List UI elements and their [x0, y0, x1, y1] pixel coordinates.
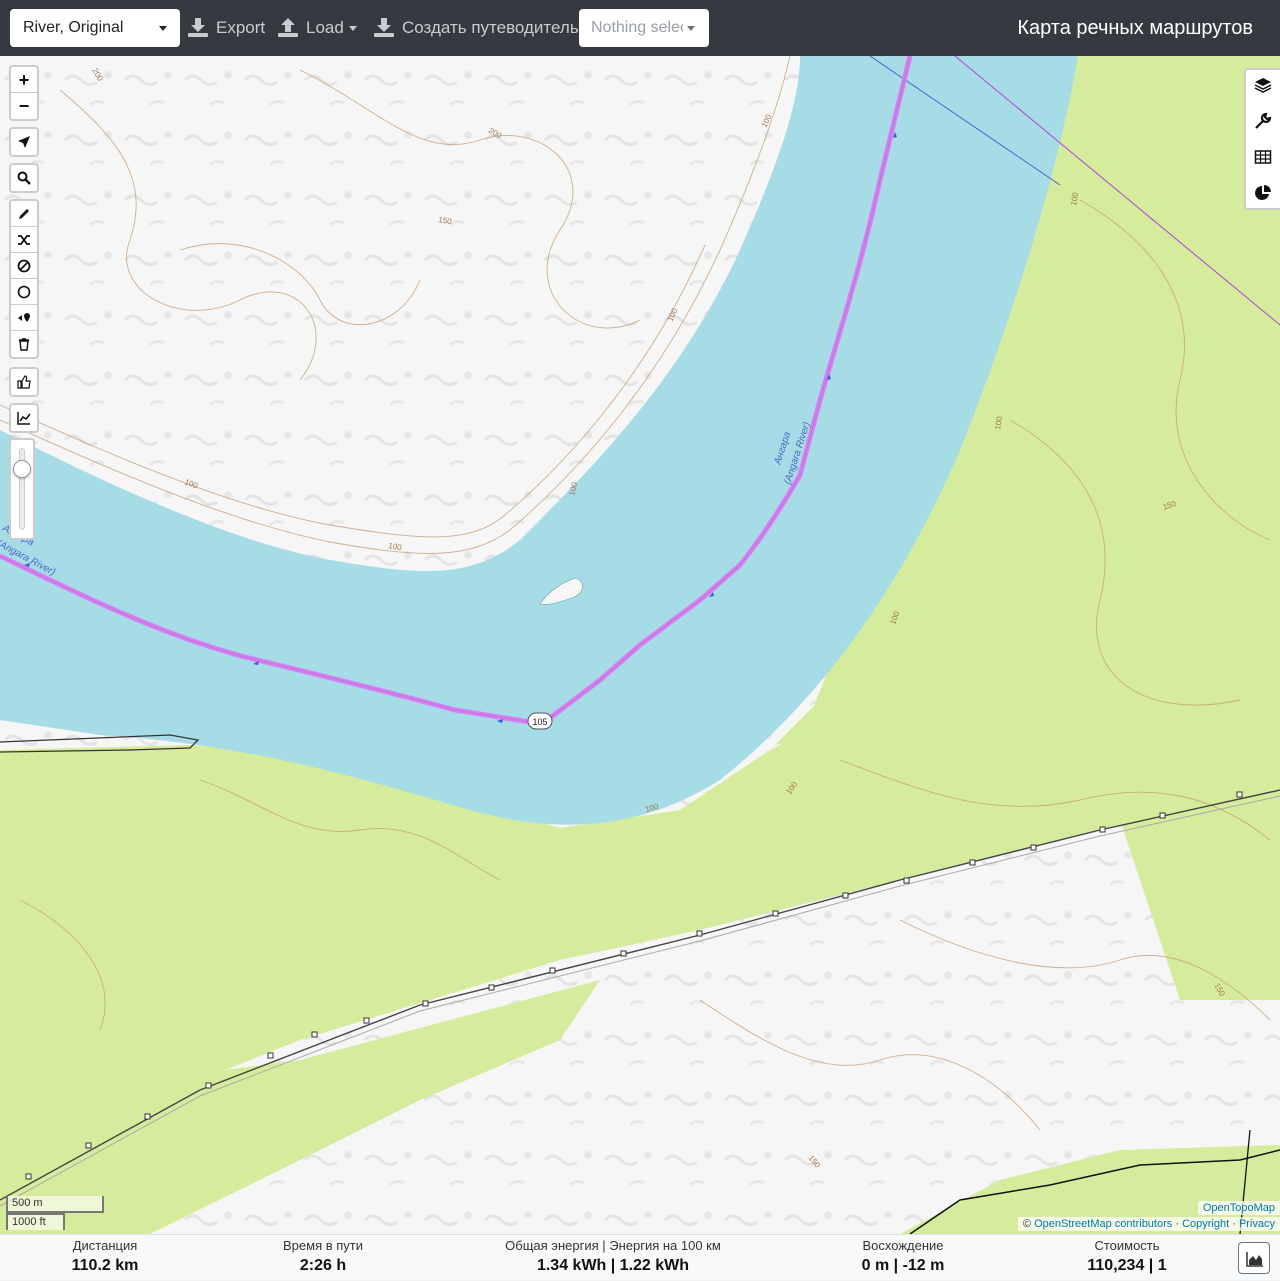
table-button[interactable]: [1254, 148, 1272, 166]
export-label: Export: [216, 18, 266, 37]
reroute-button[interactable]: [11, 227, 37, 253]
download-icon: [374, 18, 394, 37]
create-guide-label: Создать путеводитель: [402, 18, 579, 37]
stat-label: Дистанция: [72, 1238, 138, 1253]
stat-energy: Общая энергия | Энергия на 100 км 1.34 k…: [493, 1235, 733, 1281]
stat-label: Восхождение: [862, 1238, 944, 1253]
zoom-out-icon: −: [18, 96, 30, 116]
stat-value: 110.2 km: [71, 1257, 139, 1274]
elevation-profile-button[interactable]: [1238, 1242, 1270, 1274]
layers-button[interactable]: [1254, 76, 1272, 94]
stat-time: Время в пути 2:26 h: [258, 1235, 388, 1281]
stat-cost: Стоимость 110,234 | 1: [1062, 1235, 1192, 1281]
slider-thumb[interactable]: [13, 460, 31, 478]
opacity-slider[interactable]: [9, 438, 35, 540]
route-marker-label: 105: [532, 717, 547, 727]
wrench-icon: [1255, 112, 1272, 129]
stat-ascent: Восхождение 0 m | -12 m: [838, 1235, 968, 1281]
profile-select[interactable]: River, Original: [10, 9, 180, 47]
route-marker[interactable]: 105: [527, 712, 553, 730]
stat-value: 1.34 kWh | 1.22 kWh: [536, 1257, 690, 1274]
circle-icon: [17, 285, 31, 299]
chevron-down-icon: [687, 26, 695, 31]
locate-control: [9, 127, 39, 157]
osm-attribution: © OpenStreetMap contributors · Copyright…: [1017, 1217, 1280, 1231]
pencil-icon: [19, 209, 29, 219]
elevation-chart-button[interactable]: [11, 405, 37, 431]
selection-select[interactable]: Nothing selected: [579, 9, 709, 47]
scale-imperial: 1000 ft: [6, 1213, 65, 1230]
stat-value: 2:26 h: [299, 1257, 347, 1274]
privacy-link[interactable]: Privacy: [1239, 1218, 1275, 1230]
download-icon: [188, 18, 208, 37]
osm-link[interactable]: OpenStreetMap contributors: [1034, 1218, 1172, 1230]
route-stats-bar: Дистанция 110.2 km Время в пути 2:26 h О…: [0, 1234, 1280, 1280]
copyright-link[interactable]: Copyright: [1182, 1218, 1229, 1230]
locate-icon: [18, 136, 30, 148]
stat-value: 110,234 | 1: [1087, 1257, 1167, 1274]
search-control: [9, 163, 39, 193]
draw-route-button[interactable]: [11, 201, 37, 227]
profile-select-value: River, Original: [23, 19, 124, 36]
no-go-icon: [17, 259, 31, 273]
app-title: Карта речных маршрутов: [1017, 17, 1253, 39]
thumbs-up-icon: [17, 375, 31, 389]
opentopomap-link[interactable]: OpenTopoMap: [1203, 1202, 1275, 1214]
line-chart-icon: [17, 412, 31, 425]
selection-value: Nothing selected: [591, 19, 683, 36]
map-view[interactable]: 105 Ангара (Angara River) Ангара (Angara…: [0, 56, 1280, 1234]
search-icon: [17, 171, 31, 185]
search-button[interactable]: [11, 165, 37, 191]
zoom-out-button[interactable]: −: [11, 93, 37, 119]
right-control-panel: [1244, 68, 1280, 210]
pie-chart-icon: [1255, 185, 1271, 200]
stat-value: 0 m | -12 m: [861, 1257, 945, 1274]
load-label: Load: [306, 18, 344, 37]
delete-route-button[interactable]: [11, 331, 37, 357]
waypoint-icon: [18, 313, 30, 322]
create-guide-button[interactable]: Создать путеводитель: [373, 9, 579, 47]
area-chart-icon: [1246, 1252, 1263, 1267]
copyright-symbol: ©: [1022, 1218, 1032, 1230]
stat-distance: Дистанция 110.2 km: [40, 1235, 170, 1281]
elevation-control: [9, 403, 39, 433]
circle-area-button[interactable]: [11, 279, 37, 305]
feedback-control: [9, 367, 39, 397]
settings-button[interactable]: [1254, 112, 1272, 130]
waypoint-button[interactable]: [11, 305, 37, 331]
upload-icon: [278, 18, 298, 37]
stat-label: Стоимость: [1094, 1238, 1160, 1253]
trash-icon: [19, 338, 29, 351]
zoom-in-icon: +: [18, 70, 30, 90]
statistics-button[interactable]: [1254, 184, 1272, 202]
chevron-down-icon: [349, 26, 357, 31]
chevron-down-icon: [159, 26, 167, 31]
shuffle-icon: [18, 235, 30, 245]
stat-label: Общая энергия | Энергия на 100 км: [505, 1238, 721, 1253]
scale-metric: 500 m: [6, 1196, 104, 1213]
map-tiles: 105 Ангара (Angara River) Ангара (Angara…: [0, 56, 1280, 1234]
zoom-control: + −: [9, 65, 39, 121]
locate-button[interactable]: [11, 129, 37, 155]
table-icon: [1254, 150, 1272, 164]
load-button[interactable]: Load: [277, 9, 359, 47]
separator: ·: [1232, 1218, 1236, 1230]
zoom-in-button[interactable]: +: [11, 67, 37, 93]
stat-label: Время в пути: [283, 1238, 363, 1253]
top-navbar: River, Original Export Load Создать путе…: [0, 0, 1280, 56]
tiles-attribution: OpenTopoMap: [1197, 1201, 1280, 1215]
draw-toolbar: [9, 199, 39, 359]
no-go-area-button[interactable]: [11, 253, 37, 279]
layers-icon: [1254, 78, 1272, 93]
separator: ·: [1175, 1218, 1179, 1230]
export-button[interactable]: Export: [187, 9, 265, 47]
thumb-button[interactable]: [11, 369, 37, 395]
